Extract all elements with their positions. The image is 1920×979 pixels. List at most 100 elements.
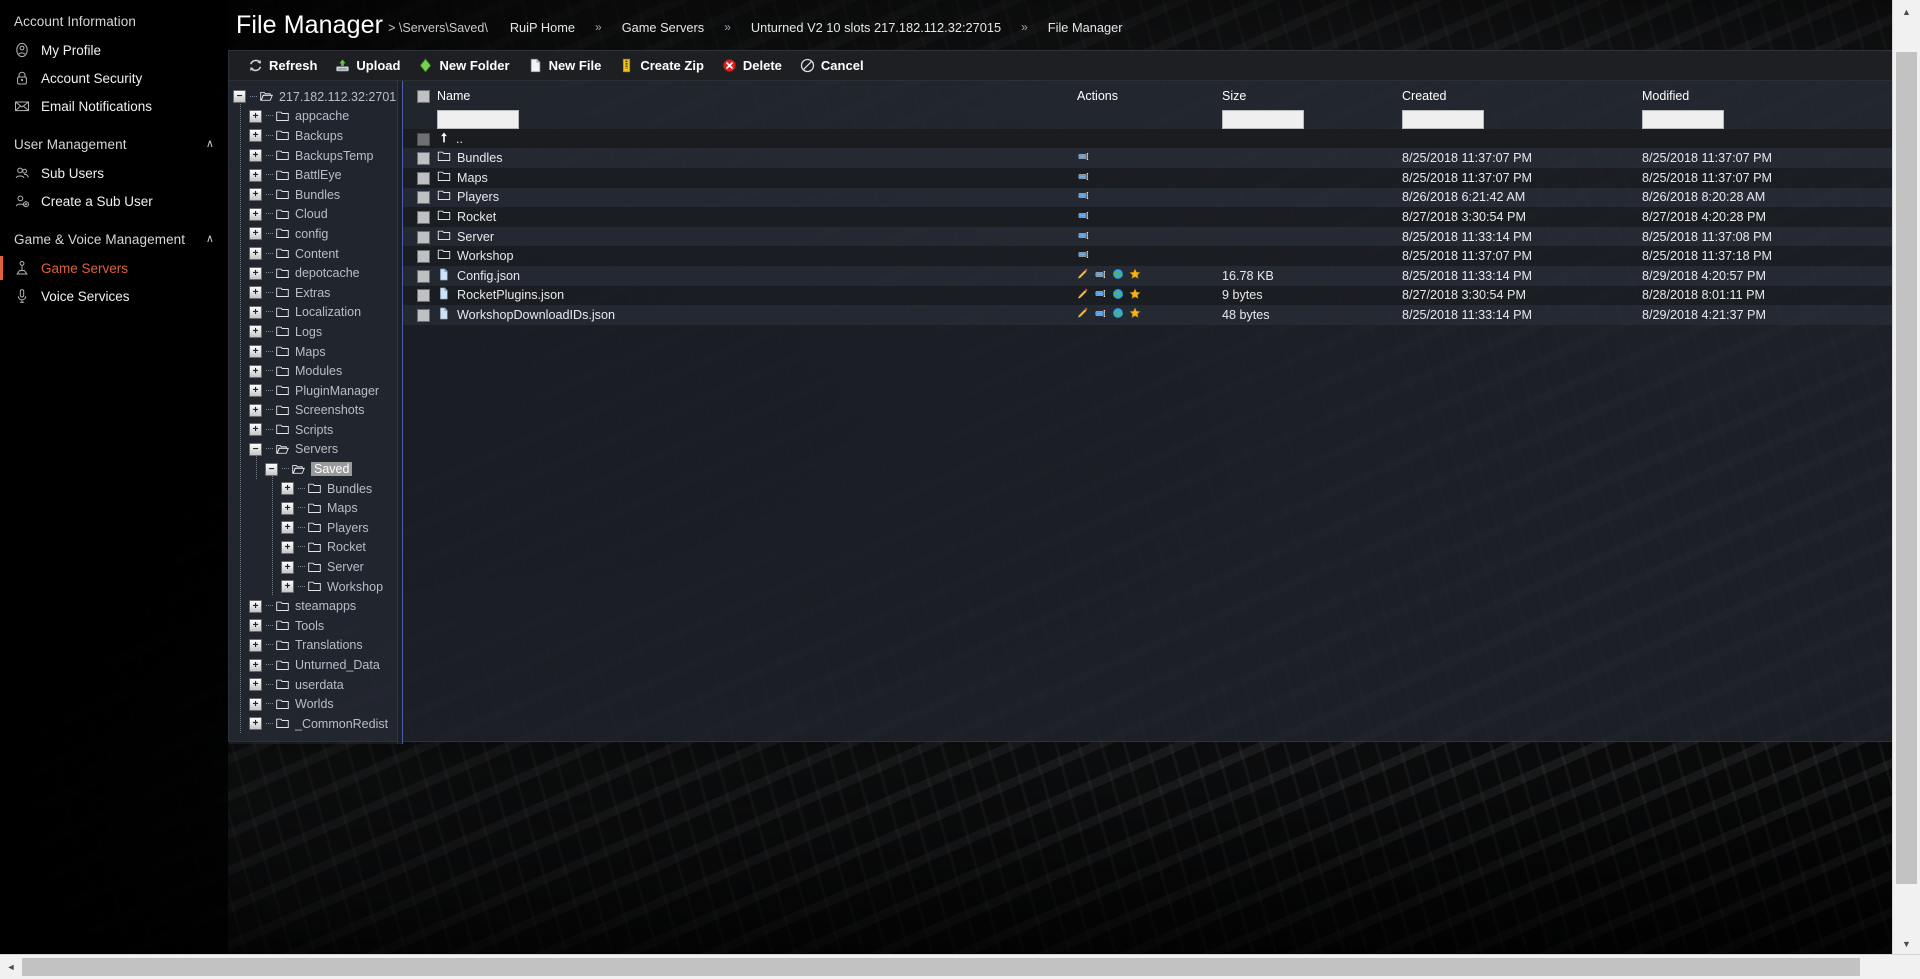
scroll-down-arrow-icon[interactable]: ▼ — [1893, 932, 1920, 955]
row-name[interactable]: WorkshopDownloadIDs.json — [437, 307, 1077, 323]
scroll-left-arrow-icon[interactable]: ◄ — [0, 955, 22, 979]
tree-expander-icon[interactable]: + — [249, 169, 262, 182]
row-checkbox[interactable] — [417, 289, 430, 302]
tree-expander-icon[interactable]: + — [249, 423, 262, 436]
rename-icon[interactable] — [1077, 151, 1090, 165]
row-name[interactable]: Server — [437, 229, 1077, 245]
row-checkbox[interactable] — [417, 231, 430, 244]
row-checkbox[interactable] — [417, 152, 430, 165]
row-name[interactable]: Rocket — [437, 209, 1077, 225]
tree-node-workshop[interactable]: +Workshop — [229, 577, 397, 597]
select-all-header[interactable] — [403, 81, 437, 109]
edit-icon[interactable] — [1077, 268, 1089, 283]
updir-name[interactable]: .. — [437, 131, 1892, 147]
created-filter-input[interactable] — [1402, 110, 1484, 129]
tree-node-bundles[interactable]: +Bundles — [229, 185, 397, 205]
tree-node-localization[interactable]: +Localization — [229, 303, 397, 323]
star-icon[interactable] — [1129, 307, 1141, 322]
tree-node-217-182-112-32-27015[interactable]: −217.182.112.32:27015 — [229, 87, 397, 107]
row-checkbox-cell[interactable] — [403, 227, 437, 247]
name-filter-input[interactable] — [437, 110, 519, 129]
row-checkbox-cell[interactable] — [403, 188, 437, 208]
table-row[interactable]: Workshop8/25/2018 11:37:07 PM8/25/2018 1… — [403, 246, 1892, 266]
directory-tree[interactable]: −217.182.112.32:27015+appcache+Backups +B… — [229, 81, 397, 744]
row-checkbox[interactable] — [417, 211, 430, 224]
rename-icon[interactable] — [1077, 171, 1090, 185]
row-checkbox[interactable] — [417, 133, 430, 146]
tree-expander-icon[interactable]: − — [233, 90, 246, 103]
tree-node-scripts[interactable]: +Scripts — [229, 420, 397, 440]
table-row[interactable]: Players8/26/2018 6:21:42 AM8/26/2018 8:2… — [403, 188, 1892, 208]
row-name[interactable]: Players — [437, 189, 1077, 205]
globe-icon[interactable] — [1112, 268, 1124, 283]
tree-node-maps[interactable]: +Maps — [229, 498, 397, 518]
tree-node--commonredist[interactable]: +_CommonRedist — [229, 714, 397, 734]
tree-expander-icon[interactable]: + — [281, 541, 294, 554]
toolbar-new-folder-button[interactable]: New Folder — [409, 51, 518, 80]
sidebar-item-sub-users[interactable]: Sub Users — [0, 159, 228, 187]
tree-node-logs[interactable]: +Logs — [229, 322, 397, 342]
tree-expander-icon[interactable]: + — [249, 345, 262, 358]
size-filter-input[interactable] — [1222, 110, 1304, 129]
tree-node-worlds[interactable]: +Worlds — [229, 694, 397, 714]
chevron-up-icon[interactable]: ∧ — [206, 232, 214, 245]
tree-expander-icon[interactable]: + — [249, 286, 262, 299]
tree-expander-icon[interactable]: + — [249, 717, 262, 730]
star-icon[interactable] — [1129, 288, 1141, 303]
toolbar-delete-button[interactable]: Delete — [713, 51, 791, 80]
sidebar-group-2[interactable]: Game & Voice Management∧ — [0, 224, 228, 254]
tree-expander-icon[interactable]: + — [249, 404, 262, 417]
sidebar-item-game-servers[interactable]: Game Servers — [0, 254, 228, 282]
tree-expander-icon[interactable]: + — [249, 325, 262, 338]
breadcrumb-item-2[interactable]: Unturned V2 10 slots 217.182.112.32:2701… — [747, 20, 1005, 35]
rename-icon[interactable] — [1094, 269, 1107, 283]
edit-icon[interactable] — [1077, 288, 1089, 303]
column-header-name[interactable]: Name — [437, 81, 1077, 109]
edit-icon[interactable] — [1077, 307, 1089, 322]
tree-node-cloud[interactable]: +Cloud — [229, 205, 397, 225]
row-checkbox-cell[interactable] — [403, 305, 437, 325]
tree-node-content[interactable]: +Content — [229, 244, 397, 264]
tree-expander-icon[interactable]: + — [281, 561, 294, 574]
toolbar-cancel-button[interactable]: Cancel — [791, 51, 873, 80]
tree-node-unturned-data[interactable]: +Unturned_Data — [229, 655, 397, 675]
tree-node-backups[interactable]: +Backups — [229, 126, 397, 146]
toolbar-create-zip-button[interactable]: Create Zip — [610, 51, 713, 80]
table-row[interactable]: WorkshopDownloadIDs.json48 bytes8/25/201… — [403, 305, 1892, 325]
vertical-scrollbar[interactable]: ▲ ▼ — [1892, 0, 1920, 955]
tree-expander-icon[interactable]: + — [249, 639, 262, 652]
table-row[interactable]: Rocket8/27/2018 3:30:54 PM8/27/2018 4:20… — [403, 207, 1892, 227]
tree-expander-icon[interactable]: + — [249, 619, 262, 632]
tree-node-server[interactable]: +Server — [229, 557, 397, 577]
tree-node-modules[interactable]: +Modules — [229, 361, 397, 381]
sidebar-item-account-security[interactable]: Account Security — [0, 64, 228, 92]
tree-expander-icon[interactable]: + — [281, 580, 294, 593]
row-checkbox-cell[interactable] — [403, 246, 437, 266]
tree-expander-icon[interactable]: + — [249, 267, 262, 280]
horizontal-scrollbar[interactable]: ◄ ► — [0, 954, 1920, 979]
row-checkbox[interactable] — [417, 270, 430, 283]
row-checkbox[interactable] — [417, 191, 430, 204]
tree-node-appcache[interactable]: +appcache — [229, 107, 397, 127]
tree-expander-icon[interactable]: + — [249, 129, 262, 142]
globe-icon[interactable] — [1112, 307, 1124, 322]
select-all-checkbox[interactable] — [417, 90, 430, 103]
row-name[interactable]: RocketPlugins.json — [437, 287, 1077, 303]
tree-node-translations[interactable]: +Translations — [229, 636, 397, 656]
tree-node-userdata[interactable]: +userdata — [229, 675, 397, 695]
tree-node-rocket[interactable]: +Rocket — [229, 538, 397, 558]
tree-node-depotcache[interactable]: +depotcache — [229, 263, 397, 283]
row-name-cell[interactable]: Server — [437, 227, 1077, 247]
modified-filter-input[interactable] — [1642, 110, 1724, 129]
sidebar-group-1[interactable]: User Management∧ — [0, 129, 228, 159]
column-header-modified[interactable]: Modified — [1642, 81, 1892, 109]
toolbar-upload-button[interactable]: Upload — [326, 51, 409, 80]
row-checkbox[interactable] — [417, 309, 430, 322]
tree-expander-icon[interactable]: + — [249, 188, 262, 201]
star-icon[interactable] — [1129, 268, 1141, 283]
table-row[interactable]: Server8/25/2018 11:33:14 PM8/25/2018 11:… — [403, 227, 1892, 247]
row-checkbox-cell[interactable] — [403, 286, 437, 306]
row-name[interactable]: Bundles — [437, 150, 1077, 166]
tree-node-screenshots[interactable]: +Screenshots — [229, 401, 397, 421]
tree-node-players[interactable]: +Players — [229, 518, 397, 538]
